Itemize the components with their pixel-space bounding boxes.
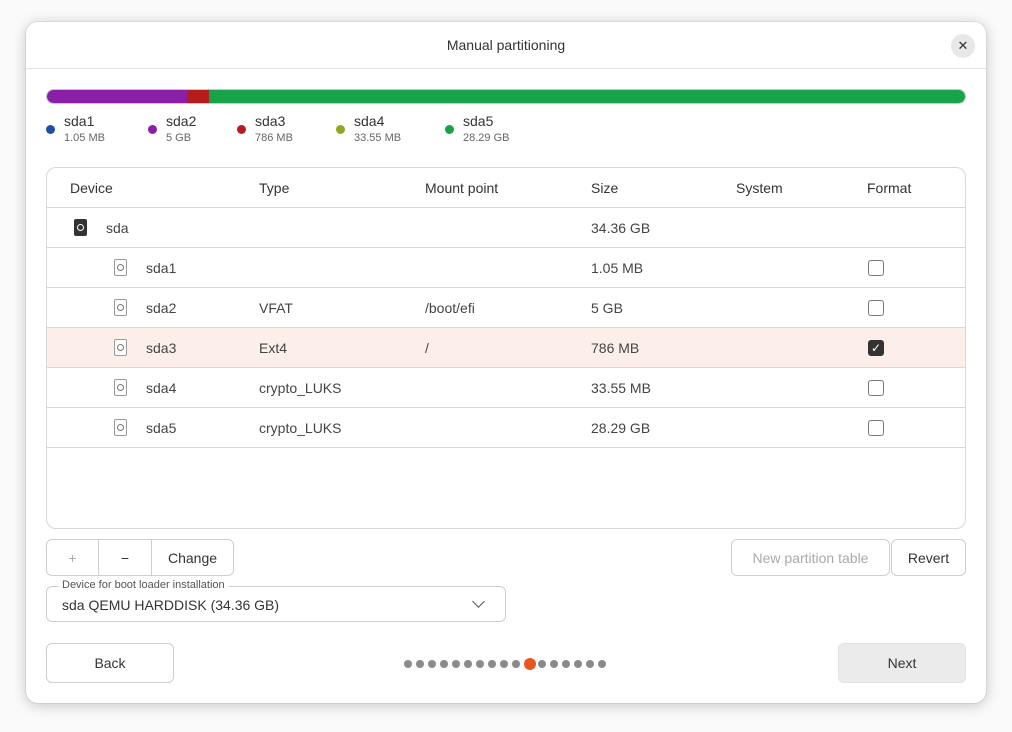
header-type: Type bbox=[259, 180, 290, 196]
add-partition-button[interactable]: + bbox=[47, 540, 99, 575]
partition-tools: + − Change bbox=[46, 539, 234, 576]
step-dot bbox=[586, 660, 594, 668]
step-dot bbox=[538, 660, 546, 668]
header-mount-point: Mount point bbox=[425, 180, 499, 196]
step-dot bbox=[488, 660, 496, 668]
back-button[interactable]: Back bbox=[46, 643, 174, 683]
header-format: Format bbox=[867, 180, 912, 196]
cell-device: sda3 bbox=[146, 340, 177, 356]
legend-name: sda1 bbox=[64, 113, 95, 129]
step-dot bbox=[598, 660, 606, 668]
cell-size: 28.29 GB bbox=[591, 420, 651, 436]
format-checkbox[interactable] bbox=[868, 260, 884, 276]
header-size: Size bbox=[591, 180, 619, 196]
cell-size: 786 MB bbox=[591, 340, 640, 356]
format-checkbox[interactable] bbox=[868, 300, 884, 316]
cell-type: crypto_LUKS bbox=[259, 420, 342, 436]
window-title: Manual partitioning bbox=[446, 37, 566, 53]
format-checkbox[interactable] bbox=[868, 420, 884, 436]
step-dot bbox=[512, 660, 520, 668]
legend-name: sda2 bbox=[166, 113, 197, 129]
legend-size: 5 GB bbox=[166, 132, 192, 144]
legend-name: sda4 bbox=[354, 113, 385, 129]
step-dot bbox=[500, 660, 508, 668]
cell-size: 1.05 MB bbox=[591, 260, 644, 276]
partition-icon bbox=[114, 419, 127, 436]
cell-device: sda bbox=[106, 220, 129, 236]
cell-device: sda5 bbox=[146, 420, 177, 436]
partition-window: Manual partitioning ✕ sda1 1.05 MB sda2 5 G… bbox=[26, 22, 986, 703]
table-row-sda3[interactable]: sda3 Ext4 / 786 MB ✓ bbox=[47, 328, 965, 368]
cell-size: 33.55 MB bbox=[591, 380, 651, 396]
cell-device: sda4 bbox=[146, 380, 177, 396]
format-checkbox[interactable] bbox=[868, 380, 884, 396]
cell-mount: /boot/efi bbox=[425, 300, 475, 316]
step-dot bbox=[428, 660, 436, 668]
header-device: Device bbox=[70, 180, 113, 196]
cell-type: VFAT bbox=[259, 300, 293, 316]
partition-icon bbox=[114, 299, 127, 316]
chevron-down-icon bbox=[472, 595, 485, 608]
partition-icon bbox=[114, 339, 127, 356]
format-checkbox[interactable]: ✓ bbox=[868, 340, 884, 356]
table-row-sda5[interactable]: sda5 crypto_LUKS 28.29 GB bbox=[47, 408, 965, 448]
table-row-sda2[interactable]: sda2 VFAT/boot/efi 5 GB bbox=[47, 288, 965, 328]
step-dot bbox=[550, 660, 558, 668]
legend-dot bbox=[237, 125, 246, 134]
step-dot bbox=[562, 660, 570, 668]
cell-size: 5 GB bbox=[591, 300, 623, 316]
step-dot bbox=[476, 660, 484, 668]
partition-icon bbox=[114, 259, 127, 276]
legend-dot bbox=[445, 125, 454, 134]
disk-icon bbox=[74, 219, 87, 236]
remove-partition-button[interactable]: − bbox=[99, 540, 152, 575]
cell-mount: / bbox=[425, 340, 429, 356]
cell-type: Ext4 bbox=[259, 340, 288, 356]
close-icon: ✕ bbox=[957, 38, 969, 53]
disk-usage-bar bbox=[46, 89, 966, 104]
bootloader-value: sda QEMU HARDDISK (34.36 GB) bbox=[62, 597, 280, 613]
legend-size: 28.29 GB bbox=[463, 132, 510, 144]
bootloader-label: Device for boot loader installation bbox=[58, 579, 229, 591]
step-dot bbox=[404, 660, 412, 668]
step-dot bbox=[416, 660, 424, 668]
usage-segment-sda5 bbox=[209, 90, 965, 103]
legend-name: sda5 bbox=[463, 113, 494, 129]
cell-device: sda2 bbox=[146, 300, 177, 316]
revert-button[interactable]: Revert bbox=[891, 539, 966, 576]
step-dot bbox=[574, 660, 582, 668]
table-row-sda1[interactable]: sda1 1.05 MB bbox=[47, 248, 965, 288]
next-button[interactable]: Next bbox=[838, 643, 966, 683]
step-dot bbox=[464, 660, 472, 668]
cell-device: sda1 bbox=[146, 260, 177, 276]
table-row-sda4[interactable]: sda4 crypto_LUKS 33.55 MB bbox=[47, 368, 965, 408]
step-dot bbox=[440, 660, 448, 668]
table-row-sda[interactable]: sda 34.36 GB bbox=[47, 208, 965, 248]
close-button[interactable]: ✕ bbox=[951, 34, 975, 58]
cell-type: crypto_LUKS bbox=[259, 380, 342, 396]
new-partition-table-button[interactable]: New partition table bbox=[731, 539, 890, 576]
title-bar: Manual partitioning ✕ bbox=[26, 22, 986, 69]
legend-dot bbox=[46, 125, 55, 134]
step-dot bbox=[452, 660, 460, 668]
legend-size: 33.55 MB bbox=[354, 132, 402, 144]
table-header: Device Type Mount point Size System Form… bbox=[47, 168, 965, 208]
partition-icon bbox=[114, 379, 127, 396]
legend-name: sda3 bbox=[255, 113, 286, 129]
legend-size: 786 MB bbox=[255, 132, 293, 144]
legend-size: 1.05 MB bbox=[64, 132, 105, 144]
step-dot-active bbox=[524, 658, 536, 670]
change-partition-button[interactable]: Change bbox=[152, 540, 233, 575]
legend-dot bbox=[336, 125, 345, 134]
usage-segment-sda3 bbox=[186, 90, 209, 103]
partition-table: Device Type Mount point Size System Form… bbox=[46, 167, 966, 529]
cell-size: 34.36 GB bbox=[591, 220, 651, 236]
usage-segment-sda2 bbox=[47, 90, 187, 103]
legend-dot bbox=[148, 125, 157, 134]
bootloader-device-select[interactable]: Device for boot loader installation sda … bbox=[46, 579, 506, 622]
header-system: System bbox=[736, 180, 783, 196]
